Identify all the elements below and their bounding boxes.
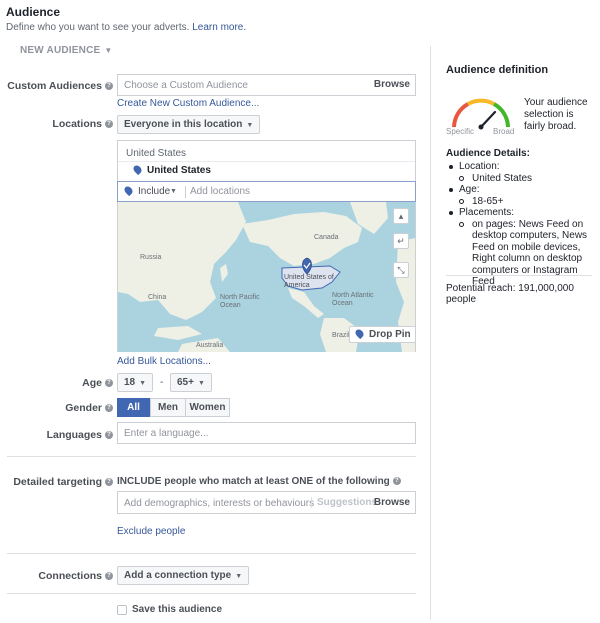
- map-collapse-button[interactable]: ↵: [393, 233, 409, 249]
- custom-audience-input[interactable]: Choose a Custom Audience Browse: [117, 74, 416, 96]
- age-label: Age?: [82, 377, 113, 389]
- chevron-down-icon: ▼: [246, 122, 254, 129]
- add-locations-input[interactable]: Add locations: [190, 186, 250, 197]
- potential-reach: Potential reach: 191,000,000 people: [446, 283, 574, 305]
- location-type-dropdown[interactable]: Everyone in this location ▼: [117, 115, 261, 134]
- chevron-down-icon: ▼: [104, 46, 113, 55]
- audience-gauge-icon: [452, 98, 510, 130]
- info-icon[interactable]: ?: [105, 82, 113, 91]
- map-label-australia: Australia: [196, 342, 224, 349]
- map-label-north-pacific: North Pacific Ocean: [220, 294, 260, 309]
- audience-details-title: Audience Details:: [446, 148, 530, 159]
- chevron-down-icon: ▼: [170, 188, 177, 195]
- save-audience-checkbox[interactable]: [117, 605, 127, 615]
- map-label-russia: Russia: [140, 254, 162, 261]
- location-pin-icon: [131, 163, 144, 176]
- detailed-targeting-label: Detailed targeting?: [13, 476, 113, 488]
- section-divider: [7, 456, 416, 457]
- location-pin-icon: [122, 184, 135, 197]
- placements-detail-value: on pages: News Feed on desktop computers…: [446, 219, 596, 288]
- gender-label: Gender?: [65, 402, 113, 414]
- right-divider: [446, 275, 592, 276]
- column-divider: [430, 46, 431, 620]
- gauge-description: Your audience selection is fairly broad.: [524, 97, 588, 132]
- chevron-down-icon: ▼: [139, 380, 147, 387]
- age-detail-value: 18-65+: [446, 196, 596, 208]
- chevron-down-icon: ▼: [235, 573, 243, 580]
- age-max-dropdown[interactable]: 65+ ▼: [170, 373, 212, 392]
- detailed-targeting-description: INCLUDE people who match at least ONE of…: [117, 476, 401, 487]
- learn-more-link[interactable]: Learn more.: [192, 22, 246, 33]
- gender-all-button[interactable]: All: [117, 398, 150, 417]
- connections-label: Connections?: [38, 570, 113, 582]
- location-map[interactable]: Russia China North Pacific Ocean Canada …: [118, 202, 415, 352]
- location-include-row: Include ▼ Add locations: [117, 181, 416, 202]
- new-audience-dropdown[interactable]: NEW AUDIENCE ▼: [20, 45, 113, 56]
- chevron-down-icon: ▼: [197, 380, 205, 387]
- custom-audience-browse-button[interactable]: Browse: [374, 79, 410, 90]
- age-range-dash: -: [160, 377, 164, 388]
- info-icon[interactable]: ?: [105, 572, 113, 581]
- map-label-canada: Canada: [314, 234, 339, 241]
- section-title: Audience: [6, 5, 61, 19]
- gauge-broad-label: Broad: [493, 127, 515, 136]
- map-scroll-up-button[interactable]: ▴: [393, 208, 409, 224]
- age-min-dropdown[interactable]: 18 ▼: [117, 373, 154, 392]
- audience-details-list: Location: United States Age: 18-65+ Plac…: [446, 161, 596, 288]
- map-label-brazil: Brazil: [332, 332, 350, 339]
- audience-definition-title: Audience definition: [446, 64, 549, 76]
- create-custom-audience-link[interactable]: Create New Custom Audience...: [117, 98, 259, 109]
- map-label-china: China: [148, 294, 167, 301]
- separator: [185, 186, 186, 198]
- location-detail-label: Location:: [446, 161, 596, 173]
- section-subtitle: Define who you want to see your adverts.…: [6, 22, 247, 33]
- custom-audiences-label: Custom Audiences?: [7, 80, 113, 92]
- exclude-people-link[interactable]: Exclude people: [117, 526, 185, 537]
- language-input[interactable]: Enter a language...: [117, 422, 416, 444]
- info-icon[interactable]: ?: [105, 379, 113, 388]
- map-label-north-atlantic: North Atlantic Ocean: [332, 292, 374, 307]
- info-icon[interactable]: ?: [105, 431, 113, 440]
- section-divider: [7, 553, 416, 554]
- gauge-specific-label: Specific: [446, 127, 475, 136]
- location-group-label: United States: [126, 148, 187, 159]
- gender-women-button[interactable]: Women: [185, 398, 230, 417]
- gender-men-button[interactable]: Men: [150, 398, 186, 417]
- add-bulk-locations-link[interactable]: Add Bulk Locations...: [117, 356, 211, 367]
- selected-location-item[interactable]: United States: [131, 163, 211, 176]
- placements-detail-label: Placements:: [446, 207, 596, 219]
- section-divider: [7, 593, 416, 594]
- info-icon[interactable]: ?: [105, 404, 113, 413]
- locations-label: Locations?: [52, 118, 113, 130]
- location-panel: United States United States Include ▼ Ad…: [117, 140, 416, 352]
- suggestions-button[interactable]: Suggestions: [311, 497, 377, 508]
- map-label-usa: United States of America: [284, 274, 334, 289]
- include-dropdown[interactable]: Include: [122, 184, 170, 197]
- location-separator: [118, 161, 415, 162]
- connection-type-dropdown[interactable]: Add a connection type ▼: [117, 566, 250, 585]
- map-fullscreen-button[interactable]: ⤡: [393, 262, 409, 278]
- info-icon[interactable]: ?: [392, 477, 401, 486]
- location-detail-value: United States: [446, 173, 596, 185]
- audience-header: Audience Define who you want to see your…: [6, 5, 246, 33]
- drop-pin-button[interactable]: Drop Pin: [349, 326, 415, 343]
- detailed-targeting-input[interactable]: Add demographics, interests or behaviour…: [117, 491, 416, 514]
- languages-label: Languages?: [47, 429, 113, 441]
- detailed-targeting-browse-button[interactable]: Browse: [374, 497, 410, 508]
- info-icon[interactable]: ?: [105, 120, 113, 129]
- location-pin-icon: [353, 327, 366, 340]
- save-audience-label: Save this audience: [132, 604, 223, 615]
- info-icon[interactable]: ?: [105, 478, 113, 487]
- age-detail-label: Age:: [446, 184, 596, 196]
